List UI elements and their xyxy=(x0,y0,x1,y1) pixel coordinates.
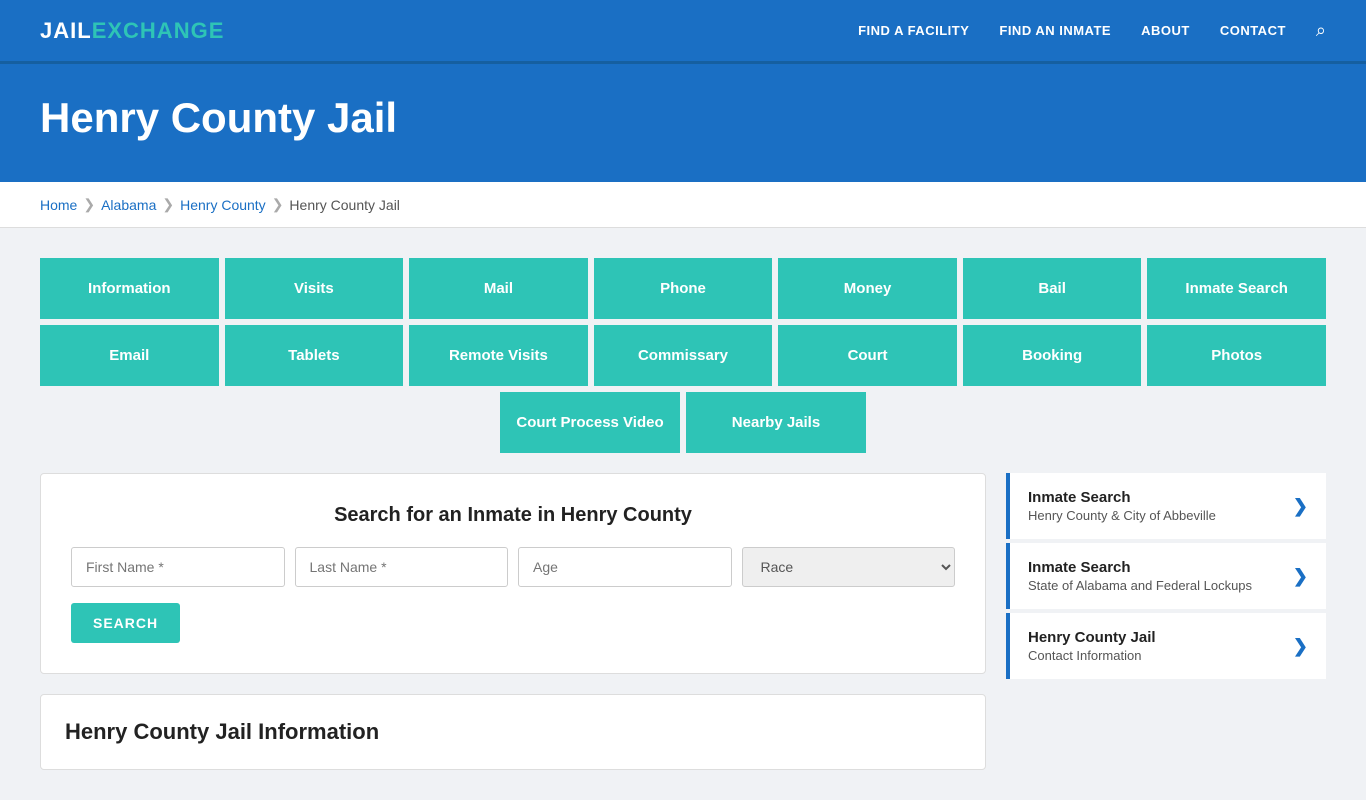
main-area: Information Visits Mail Phone Money Bail… xyxy=(0,228,1366,800)
btn-information[interactable]: Information xyxy=(40,258,219,319)
breadcrumb-sep-1: ❯ xyxy=(83,196,95,213)
sidebar: Inmate Search Henry County & City of Abb… xyxy=(1006,473,1326,683)
btn-remote-visits[interactable]: Remote Visits xyxy=(409,325,588,386)
nav-find-inmate[interactable]: FIND AN INMATE xyxy=(999,23,1111,38)
sidebar-item-alabama-sub: State of Alabama and Federal Lockups xyxy=(1028,578,1252,593)
hero-section: Henry County Jail xyxy=(0,64,1366,182)
info-title: Henry County Jail Information xyxy=(65,719,961,745)
nav-find-facility[interactable]: FIND A FACILITY xyxy=(858,23,969,38)
nav-about[interactable]: ABOUT xyxy=(1141,23,1190,38)
btn-money[interactable]: Money xyxy=(778,258,957,319)
btn-visits[interactable]: Visits xyxy=(225,258,404,319)
sidebar-item-henry-title: Inmate Search xyxy=(1028,489,1216,506)
breadcrumb-sep-2: ❯ xyxy=(162,196,174,213)
btn-photos[interactable]: Photos xyxy=(1147,325,1326,386)
breadcrumb-home[interactable]: Home xyxy=(40,197,77,213)
grid-row-3: Court Process Video Nearby Jails xyxy=(40,392,1326,453)
sidebar-item-henry-sub: Henry County & City of Abbeville xyxy=(1028,508,1216,523)
breadcrumb-sep-3: ❯ xyxy=(272,196,284,213)
sidebar-chevron-alabama: ❯ xyxy=(1293,566,1308,587)
btn-commissary[interactable]: Commissary xyxy=(594,325,773,386)
grid-row-2: Email Tablets Remote Visits Commissary C… xyxy=(40,325,1326,386)
sidebar-item-alabama-inmate-search[interactable]: Inmate Search State of Alabama and Feder… xyxy=(1006,543,1326,609)
sidebar-chevron-henry: ❯ xyxy=(1293,496,1308,517)
btn-tablets[interactable]: Tablets xyxy=(225,325,404,386)
breadcrumb-henry-county[interactable]: Henry County xyxy=(180,197,266,213)
breadcrumb: Home ❯ Alabama ❯ Henry County ❯ Henry Co… xyxy=(40,196,1326,213)
inmate-search-card: Search for an Inmate in Henry County Rac… xyxy=(40,473,986,674)
search-button[interactable]: SEARCH xyxy=(71,603,180,643)
sidebar-item-alabama-title: Inmate Search xyxy=(1028,559,1252,576)
btn-inmate-search[interactable]: Inmate Search xyxy=(1147,258,1326,319)
logo-jail: JAIL xyxy=(40,18,92,44)
btn-court-process-video[interactable]: Court Process Video xyxy=(500,392,680,453)
grid-row-1: Information Visits Mail Phone Money Bail… xyxy=(40,258,1326,319)
breadcrumb-bar: Home ❯ Alabama ❯ Henry County ❯ Henry Co… xyxy=(0,182,1366,228)
btn-mail[interactable]: Mail xyxy=(409,258,588,319)
sidebar-item-contact-title: Henry County Jail xyxy=(1028,629,1156,646)
info-section: Henry County Jail Information xyxy=(40,694,986,770)
btn-email[interactable]: Email xyxy=(40,325,219,386)
sidebar-item-henry-inmate-search[interactable]: Inmate Search Henry County & City of Abb… xyxy=(1006,473,1326,539)
search-icon[interactable]: ⌕ xyxy=(1316,20,1326,41)
last-name-input[interactable] xyxy=(295,547,509,587)
left-column: Search for an Inmate in Henry County Rac… xyxy=(40,473,986,770)
nav-links: FIND A FACILITY FIND AN INMATE ABOUT CON… xyxy=(858,20,1326,41)
main-nav: JAIL EXCHANGE FIND A FACILITY FIND AN IN… xyxy=(0,0,1366,64)
logo-exchange: EXCHANGE xyxy=(92,18,225,44)
btn-nearby-jails[interactable]: Nearby Jails xyxy=(686,392,866,453)
btn-bail[interactable]: Bail xyxy=(963,258,1142,319)
age-input[interactable] xyxy=(518,547,732,587)
search-title: Search for an Inmate in Henry County xyxy=(71,504,955,527)
btn-booking[interactable]: Booking xyxy=(963,325,1142,386)
btn-court[interactable]: Court xyxy=(778,325,957,386)
sidebar-item-contact-sub: Contact Information xyxy=(1028,648,1156,663)
sidebar-item-contact-info[interactable]: Henry County Jail Contact Information ❯ xyxy=(1006,613,1326,679)
nav-contact[interactable]: CONTACT xyxy=(1220,23,1286,38)
logo[interactable]: JAIL EXCHANGE xyxy=(40,18,224,44)
search-form: Race White Black Hispanic Asian Other xyxy=(71,547,955,587)
breadcrumb-alabama[interactable]: Alabama xyxy=(101,197,156,213)
first-name-input[interactable] xyxy=(71,547,285,587)
content-row: Search for an Inmate in Henry County Rac… xyxy=(40,473,1326,770)
page-title: Henry County Jail xyxy=(40,94,1326,142)
race-select[interactable]: Race White Black Hispanic Asian Other xyxy=(742,547,956,587)
sidebar-chevron-contact: ❯ xyxy=(1293,636,1308,657)
btn-phone[interactable]: Phone xyxy=(594,258,773,319)
breadcrumb-current: Henry County Jail xyxy=(289,197,400,213)
